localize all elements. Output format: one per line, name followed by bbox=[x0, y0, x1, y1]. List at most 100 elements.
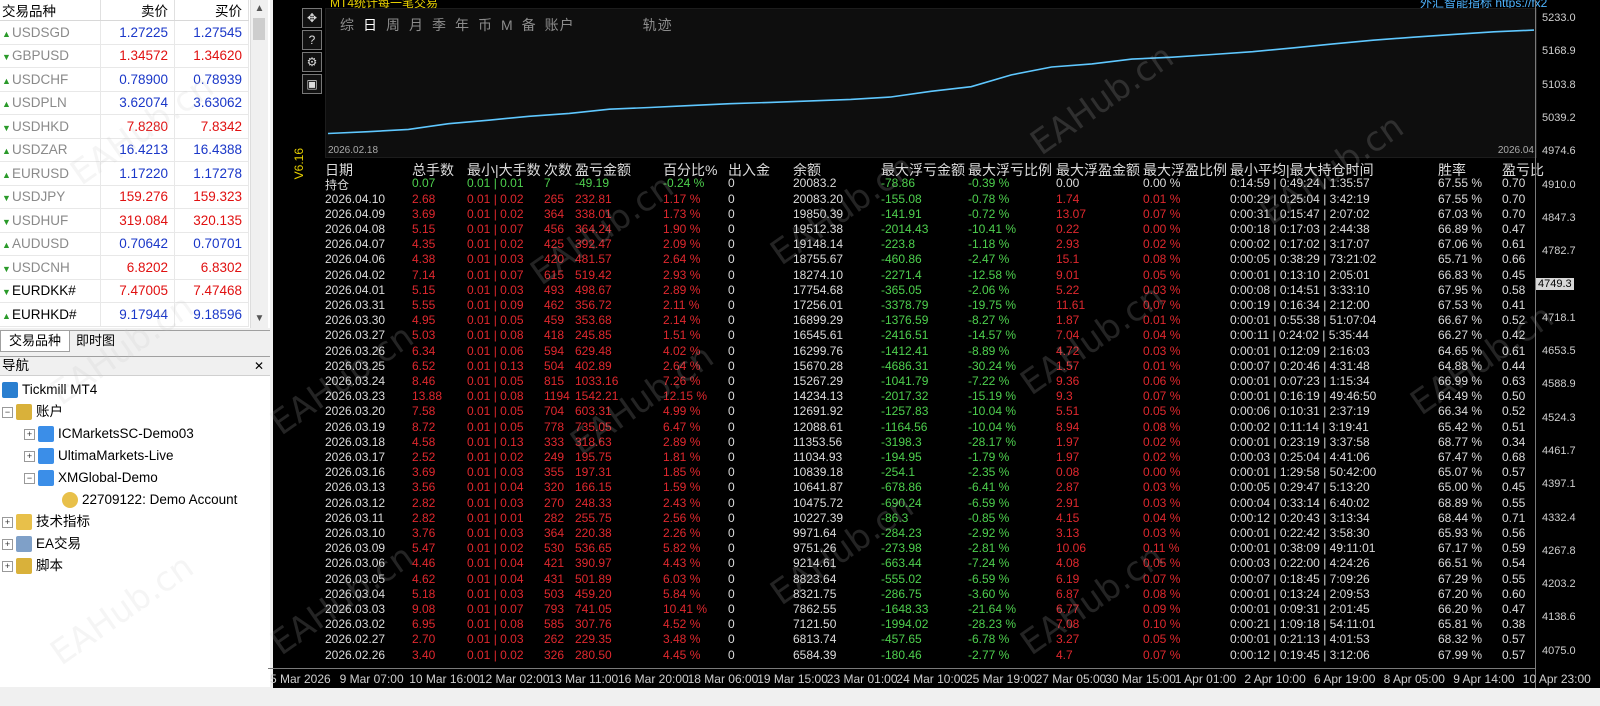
market-watch-scrollbar[interactable]: ▲ ▼ bbox=[250, 0, 268, 328]
cell: -30.24 % bbox=[968, 358, 1017, 373]
scroll-up-icon[interactable]: ▲ bbox=[251, 0, 268, 17]
table-row: 2026.03.26 6.34 0.01 | 0.06 594 629.48 4.02 %… bbox=[325, 344, 1535, 359]
cell: -2.77 % bbox=[968, 647, 1010, 662]
cell: 0.00 % bbox=[1143, 465, 1181, 480]
symbol-name[interactable]: ▲AUDUSD bbox=[0, 232, 101, 256]
cell: -3378.79 bbox=[881, 297, 929, 312]
table-row: 2026.03.13 3.56 0.01 | 0.04 320 166.15 1.59 %… bbox=[325, 480, 1535, 495]
tree-account-3-sub[interactable]: 22709122: Demo Account bbox=[62, 489, 237, 511]
cell: 2.09 % bbox=[663, 237, 701, 252]
tree-account-1[interactable]: ICMarketsSC-Demo03 bbox=[38, 423, 194, 445]
expand-icon[interactable]: + bbox=[24, 429, 35, 440]
cell: -0.39 % bbox=[968, 176, 1010, 190]
cell: 0 bbox=[728, 449, 735, 464]
panel-menu-item[interactable]: 币 bbox=[478, 17, 493, 33]
collapse-icon[interactable]: − bbox=[2, 407, 13, 418]
table-row: 2026.03.06 4.46 0.01 | 0.04 421 390.97 4.43 %… bbox=[325, 556, 1535, 571]
crosshair-icon[interactable]: ✥ bbox=[302, 8, 322, 28]
tab-symbols[interactable]: 交易品种 bbox=[0, 331, 71, 352]
cell: -1257.83 bbox=[881, 404, 929, 419]
panel-menu-item[interactable]: 年 bbox=[455, 17, 470, 33]
symbol-row[interactable]: ▲EURHKD# 9.17944 9.18596 bbox=[0, 302, 249, 327]
cell: 0.47 bbox=[1502, 601, 1526, 616]
arrow-up-icon: ▲ bbox=[2, 28, 11, 39]
table-row: 2026.04.08 5.15 0.01 | 0.07 456 364.24 1.90 %… bbox=[325, 222, 1535, 237]
symbol-row[interactable]: ▼USDJPY 159.276 159.323 bbox=[0, 185, 249, 209]
cell: 0.01 | 0.08 bbox=[467, 328, 524, 343]
tree-indicators[interactable]: 技术指标 bbox=[16, 511, 90, 533]
scroll-thumb[interactable] bbox=[253, 18, 265, 40]
cell: 1.87 bbox=[1056, 313, 1080, 328]
cell: 5.47 bbox=[412, 541, 436, 556]
expand-icon[interactable]: + bbox=[24, 451, 35, 462]
tree-account-3[interactable]: XMGlobal-Demo bbox=[38, 467, 158, 489]
panel-menu-item[interactable]: 账户 bbox=[545, 17, 575, 33]
symbol-name[interactable]: ▲USDPLN bbox=[0, 91, 101, 115]
col-ask[interactable]: 买价 bbox=[174, 0, 249, 21]
tree-accounts[interactable]: 账户 bbox=[16, 401, 63, 423]
panel-menu-item[interactable]: M bbox=[501, 17, 514, 33]
symbol-row[interactable]: ▲USDSGD 1.27225 1.27545 bbox=[0, 20, 249, 45]
panel-menu-item[interactable]: 日 bbox=[363, 17, 378, 33]
symbol-name[interactable]: ▲USDSGD bbox=[0, 20, 101, 45]
tree-scripts[interactable]: 脚本 bbox=[16, 555, 63, 577]
cell: 0.08 bbox=[1056, 465, 1080, 480]
symbol-row[interactable]: ▼EURDKK# 7.47005 7.47468 bbox=[0, 279, 249, 303]
collapse-icon[interactable]: − bbox=[24, 473, 35, 484]
price-label: 5039.2 bbox=[1542, 111, 1576, 124]
expand-icon[interactable]: + bbox=[2, 561, 13, 572]
help-icon[interactable]: ? bbox=[302, 30, 322, 50]
symbol-row[interactable]: ▼USDHUF 319.084 320.135 bbox=[0, 208, 249, 233]
cell: 0.00 % bbox=[1143, 221, 1181, 236]
cell: 0.52 bbox=[1502, 404, 1526, 419]
cell: 4.95 bbox=[412, 313, 436, 328]
symbol-row[interactable]: ▼USDCNH 6.8202 6.8302 bbox=[0, 255, 249, 280]
symbol-name[interactable]: ▲USDCHF bbox=[0, 67, 101, 92]
cell: 66.83 % bbox=[1438, 267, 1483, 282]
expand-icon[interactable]: + bbox=[2, 539, 13, 550]
panel-menu-item[interactable]: 综 bbox=[340, 17, 355, 33]
col-bid[interactable]: 卖价 bbox=[100, 0, 175, 21]
panel-menu-item[interactable]: 备 bbox=[522, 17, 537, 33]
expand-icon[interactable]: + bbox=[2, 517, 13, 528]
cell: 6.03 % bbox=[663, 571, 701, 586]
cell: -8.27 % bbox=[968, 313, 1010, 328]
panel-menu-item[interactable]: 轨迹 bbox=[643, 17, 673, 33]
price-axis: 5233.0 5168.9 5103.8 5039.2 4974.6 4910.0 4847… bbox=[1535, 0, 1600, 706]
cell: 0 bbox=[728, 267, 735, 282]
panel-menu-item[interactable]: 月 bbox=[409, 17, 424, 33]
panel-menu-item[interactable]: 季 bbox=[432, 17, 447, 33]
cell: -0.72 % bbox=[968, 206, 1010, 221]
cell: 0 bbox=[728, 419, 735, 434]
scroll-down-icon[interactable]: ▼ bbox=[251, 310, 268, 327]
cell: 0:00:01 | 0:13:10 | 2:05:01 bbox=[1230, 267, 1370, 282]
cell: 1.85 % bbox=[663, 465, 701, 480]
symbol-name[interactable]: ▲EURHKD# bbox=[0, 302, 101, 327]
time-axis: 5 Mar 2026 9 Mar 07:00 10 Mar 16:00 12 Mar … bbox=[268, 668, 1591, 689]
cell: 0.01 | 0.05 bbox=[467, 404, 524, 419]
tree-ea[interactable]: EA交易 bbox=[16, 533, 81, 555]
symbol-row[interactable]: ▲AUDUSD 0.70642 0.70701 bbox=[0, 232, 249, 256]
cell: 0 bbox=[728, 343, 735, 358]
save-icon[interactable]: ▣ bbox=[302, 74, 322, 94]
settings-icon[interactable]: ⚙ bbox=[302, 52, 322, 72]
panel-menu-item[interactable]: 周 bbox=[386, 17, 401, 33]
cell: 421 bbox=[544, 556, 565, 571]
close-icon[interactable]: ✕ bbox=[254, 357, 264, 375]
cell: -2416.51 bbox=[881, 328, 929, 343]
price-label: 4332.4 bbox=[1542, 511, 1576, 524]
symbol-name[interactable]: ▼EURDKK# bbox=[0, 279, 101, 303]
symbol-name[interactable]: ▼GBPUSD bbox=[0, 44, 101, 68]
cell: 1033.16 bbox=[575, 373, 619, 388]
cell: -663.44 bbox=[881, 556, 922, 571]
cell: 1.59 % bbox=[663, 480, 701, 495]
cell: 0.01 | 0.05 bbox=[467, 373, 524, 388]
symbol-name[interactable]: ▼USDHUF bbox=[0, 208, 101, 233]
tree-account-2[interactable]: UltimaMarkets-Live bbox=[38, 445, 174, 467]
col-symbol[interactable]: 交易品种 bbox=[0, 0, 101, 21]
table-row: 2026.04.02 7.14 0.01 | 0.07 615 519.42 2.93 %… bbox=[325, 268, 1535, 283]
symbol-row[interactable]: ▼GBPUSD 1.34572 1.34620 bbox=[0, 44, 249, 68]
symbol-name[interactable]: ▼USDHKD bbox=[0, 114, 101, 139]
symbol-name[interactable]: ▼USDCNH bbox=[0, 255, 101, 280]
cell: 0.34 bbox=[1502, 434, 1526, 449]
